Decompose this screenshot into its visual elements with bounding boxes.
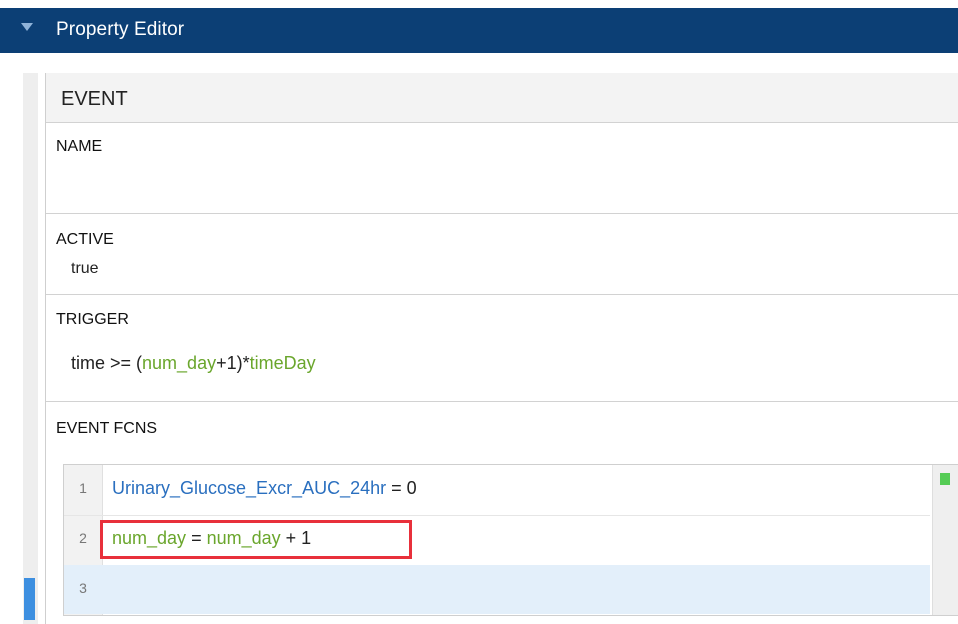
trigger-token-variable: timeDay bbox=[249, 353, 316, 373]
editor-scrollbar[interactable] bbox=[932, 465, 958, 615]
name-section: NAME bbox=[46, 123, 958, 214]
collapse-triangle-icon[interactable] bbox=[20, 20, 34, 34]
left-active-indicator bbox=[24, 578, 35, 620]
line-number: 3 bbox=[79, 580, 87, 596]
scroll-status-marker bbox=[940, 473, 950, 485]
event-fcns-editor[interactable]: 1 Urinary_Glucose_Excr_AUC_24hr = 0 2 nu… bbox=[63, 464, 958, 616]
trigger-expression[interactable]: time >= (num_day+1)*timeDay bbox=[71, 353, 316, 374]
name-label: NAME bbox=[56, 138, 103, 155]
event-header: EVENT bbox=[46, 73, 958, 123]
event-header-label: EVENT bbox=[61, 88, 128, 110]
left-gutter bbox=[23, 73, 38, 624]
property-editor-titlebar: Property Editor bbox=[0, 0, 958, 53]
code-token-variable: num_day bbox=[112, 528, 187, 548]
active-label: ACTIVE bbox=[56, 231, 114, 248]
code-text: Urinary_Glucose_Excr_AUC_24hr = 0 bbox=[112, 478, 417, 499]
event-fcns-label: EVENT FCNS bbox=[56, 420, 158, 437]
trigger-token: time >= ( bbox=[71, 353, 143, 373]
code-token-variable: Urinary_Glucose_Excr_AUC_24hr bbox=[112, 478, 387, 498]
code-line[interactable]: 2 num_day = num_day + 1 bbox=[64, 515, 930, 566]
code-token: = 0 bbox=[386, 478, 417, 498]
line-number: 2 bbox=[79, 530, 87, 546]
trigger-label: TRIGGER bbox=[56, 311, 129, 328]
code-line-active[interactable]: 3 bbox=[64, 565, 930, 614]
trigger-token-variable: num_day bbox=[142, 353, 217, 373]
code-token-variable: num_day bbox=[206, 528, 281, 548]
code-token: = bbox=[186, 528, 207, 548]
code-text: num_day = num_day + 1 bbox=[112, 528, 311, 549]
code-token: + 1 bbox=[280, 528, 312, 548]
trigger-token: +1)* bbox=[216, 353, 250, 373]
trigger-section: TRIGGER time >= (num_day+1)*timeDay bbox=[46, 295, 958, 402]
code-line[interactable]: 1 Urinary_Glucose_Excr_AUC_24hr = 0 bbox=[64, 465, 930, 516]
active-value[interactable]: true bbox=[71, 260, 99, 278]
panel-title: Property Editor bbox=[56, 19, 185, 40]
line-number: 1 bbox=[79, 480, 87, 496]
active-section: ACTIVE true bbox=[46, 214, 958, 295]
